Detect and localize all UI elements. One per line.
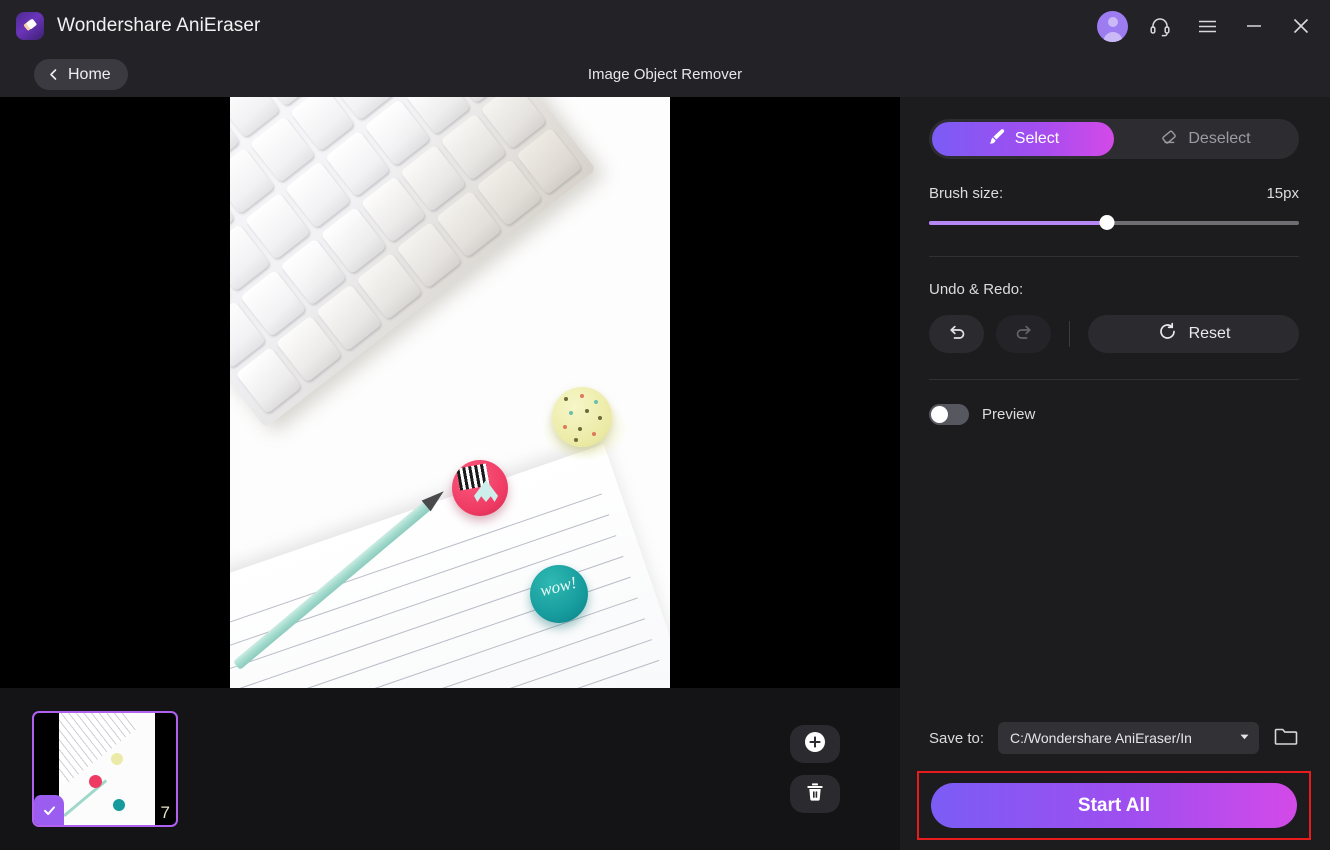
toggle-knob	[931, 406, 948, 423]
delete-image-button[interactable]	[790, 775, 840, 813]
sub-header: Home Image Object Remover	[0, 52, 1330, 97]
brush-size-slider[interactable]	[929, 215, 1299, 230]
aniEraser-window: Wondershare AniEraser Home Image Object …	[0, 0, 1330, 850]
yellow-badge-object	[552, 387, 612, 447]
folder-icon	[1273, 724, 1299, 753]
eraser-icon	[1159, 127, 1179, 152]
pink-badge-object	[452, 460, 508, 516]
minimize-icon[interactable]	[1239, 11, 1269, 41]
hamburger-menu-icon[interactable]	[1192, 11, 1222, 41]
redo-arrow-icon	[1013, 321, 1035, 348]
chevron-left-icon	[46, 67, 61, 82]
headset-icon[interactable]	[1145, 11, 1175, 41]
close-icon[interactable]	[1286, 11, 1316, 41]
home-button-label: Home	[68, 65, 111, 83]
divider-2	[929, 379, 1299, 380]
title-bar: Wondershare AniEraser	[0, 0, 1330, 52]
brush-size-label: Brush size:	[929, 185, 1004, 202]
page-title: Image Object Remover	[587, 66, 743, 83]
brush-icon	[987, 127, 1006, 151]
redo-button[interactable]	[996, 315, 1051, 353]
tools-panel: Select Deselect Brush size: 15px Undo & …	[900, 97, 1330, 850]
panel-spacer	[929, 425, 1299, 722]
select-mode-button[interactable]: Select	[932, 122, 1114, 156]
eraser-logo-icon	[16, 12, 44, 40]
reset-button-label: Reset	[1188, 325, 1231, 342]
photo-preview[interactable]: wow!	[230, 97, 670, 688]
save-to-row: Save to: C:/Wondershare AniEraser/In	[929, 722, 1299, 754]
slider-knob[interactable]	[1099, 215, 1115, 230]
undo-arrow-icon	[946, 321, 968, 348]
thumbnail-item[interactable]: 7	[32, 711, 178, 827]
select-mode-label: Select	[1014, 130, 1060, 147]
thumbnail-strip: 7	[0, 688, 900, 850]
undo-redo-row: Reset	[929, 315, 1299, 353]
preview-toggle[interactable]	[929, 404, 969, 425]
thumbnail-count: 7	[160, 803, 170, 822]
checkmark-icon[interactable]	[34, 795, 64, 825]
deselect-mode-label: Deselect	[1188, 130, 1251, 147]
undo-redo-label: Undo & Redo:	[929, 281, 1024, 298]
chevron-down-icon	[1238, 730, 1251, 746]
keyboard-shadow	[230, 97, 597, 429]
start-all-button[interactable]: Start All	[931, 783, 1297, 828]
titlebar-actions	[1097, 10, 1316, 42]
plus-circle-icon	[803, 730, 827, 759]
app-title: Wondershare AniEraser	[57, 15, 261, 36]
strip-actions	[790, 725, 840, 813]
teal-badge-object: wow!	[530, 565, 588, 623]
slider-fill	[929, 221, 1107, 225]
undo-button[interactable]	[929, 315, 984, 353]
divider-1	[929, 256, 1299, 257]
start-all-annotation: Start All	[917, 771, 1311, 840]
deselect-mode-button[interactable]: Deselect	[1114, 122, 1296, 156]
brush-size-row: Brush size: 15px	[929, 185, 1299, 202]
notepad-object	[230, 444, 670, 688]
save-to-label: Save to:	[929, 729, 985, 747]
image-canvas[interactable]: wow!	[0, 97, 900, 688]
preview-row: Preview	[929, 404, 1299, 425]
save-path-text: C:/Wondershare AniEraser/In	[1010, 730, 1192, 746]
thumbnail-image	[59, 713, 155, 825]
brush-size-value: 15px	[1266, 185, 1299, 202]
browse-folder-button[interactable]	[1273, 724, 1299, 753]
save-path-select[interactable]: C:/Wondershare AniEraser/In	[998, 722, 1259, 754]
start-all-label: Start All	[1077, 794, 1151, 816]
workspace: wow! 7 Select Deselect Brush size: 15px …	[0, 97, 1330, 850]
refresh-icon	[1157, 321, 1178, 347]
separator	[1069, 321, 1070, 347]
mode-toggle-group: Select Deselect	[929, 119, 1299, 159]
trash-icon	[804, 781, 826, 808]
reset-button[interactable]: Reset	[1088, 315, 1299, 353]
home-button[interactable]: Home	[34, 59, 128, 90]
editor-column: wow! 7	[0, 97, 900, 850]
user-avatar-icon[interactable]	[1097, 10, 1128, 42]
add-image-button[interactable]	[790, 725, 840, 763]
preview-label: Preview	[982, 406, 1036, 423]
